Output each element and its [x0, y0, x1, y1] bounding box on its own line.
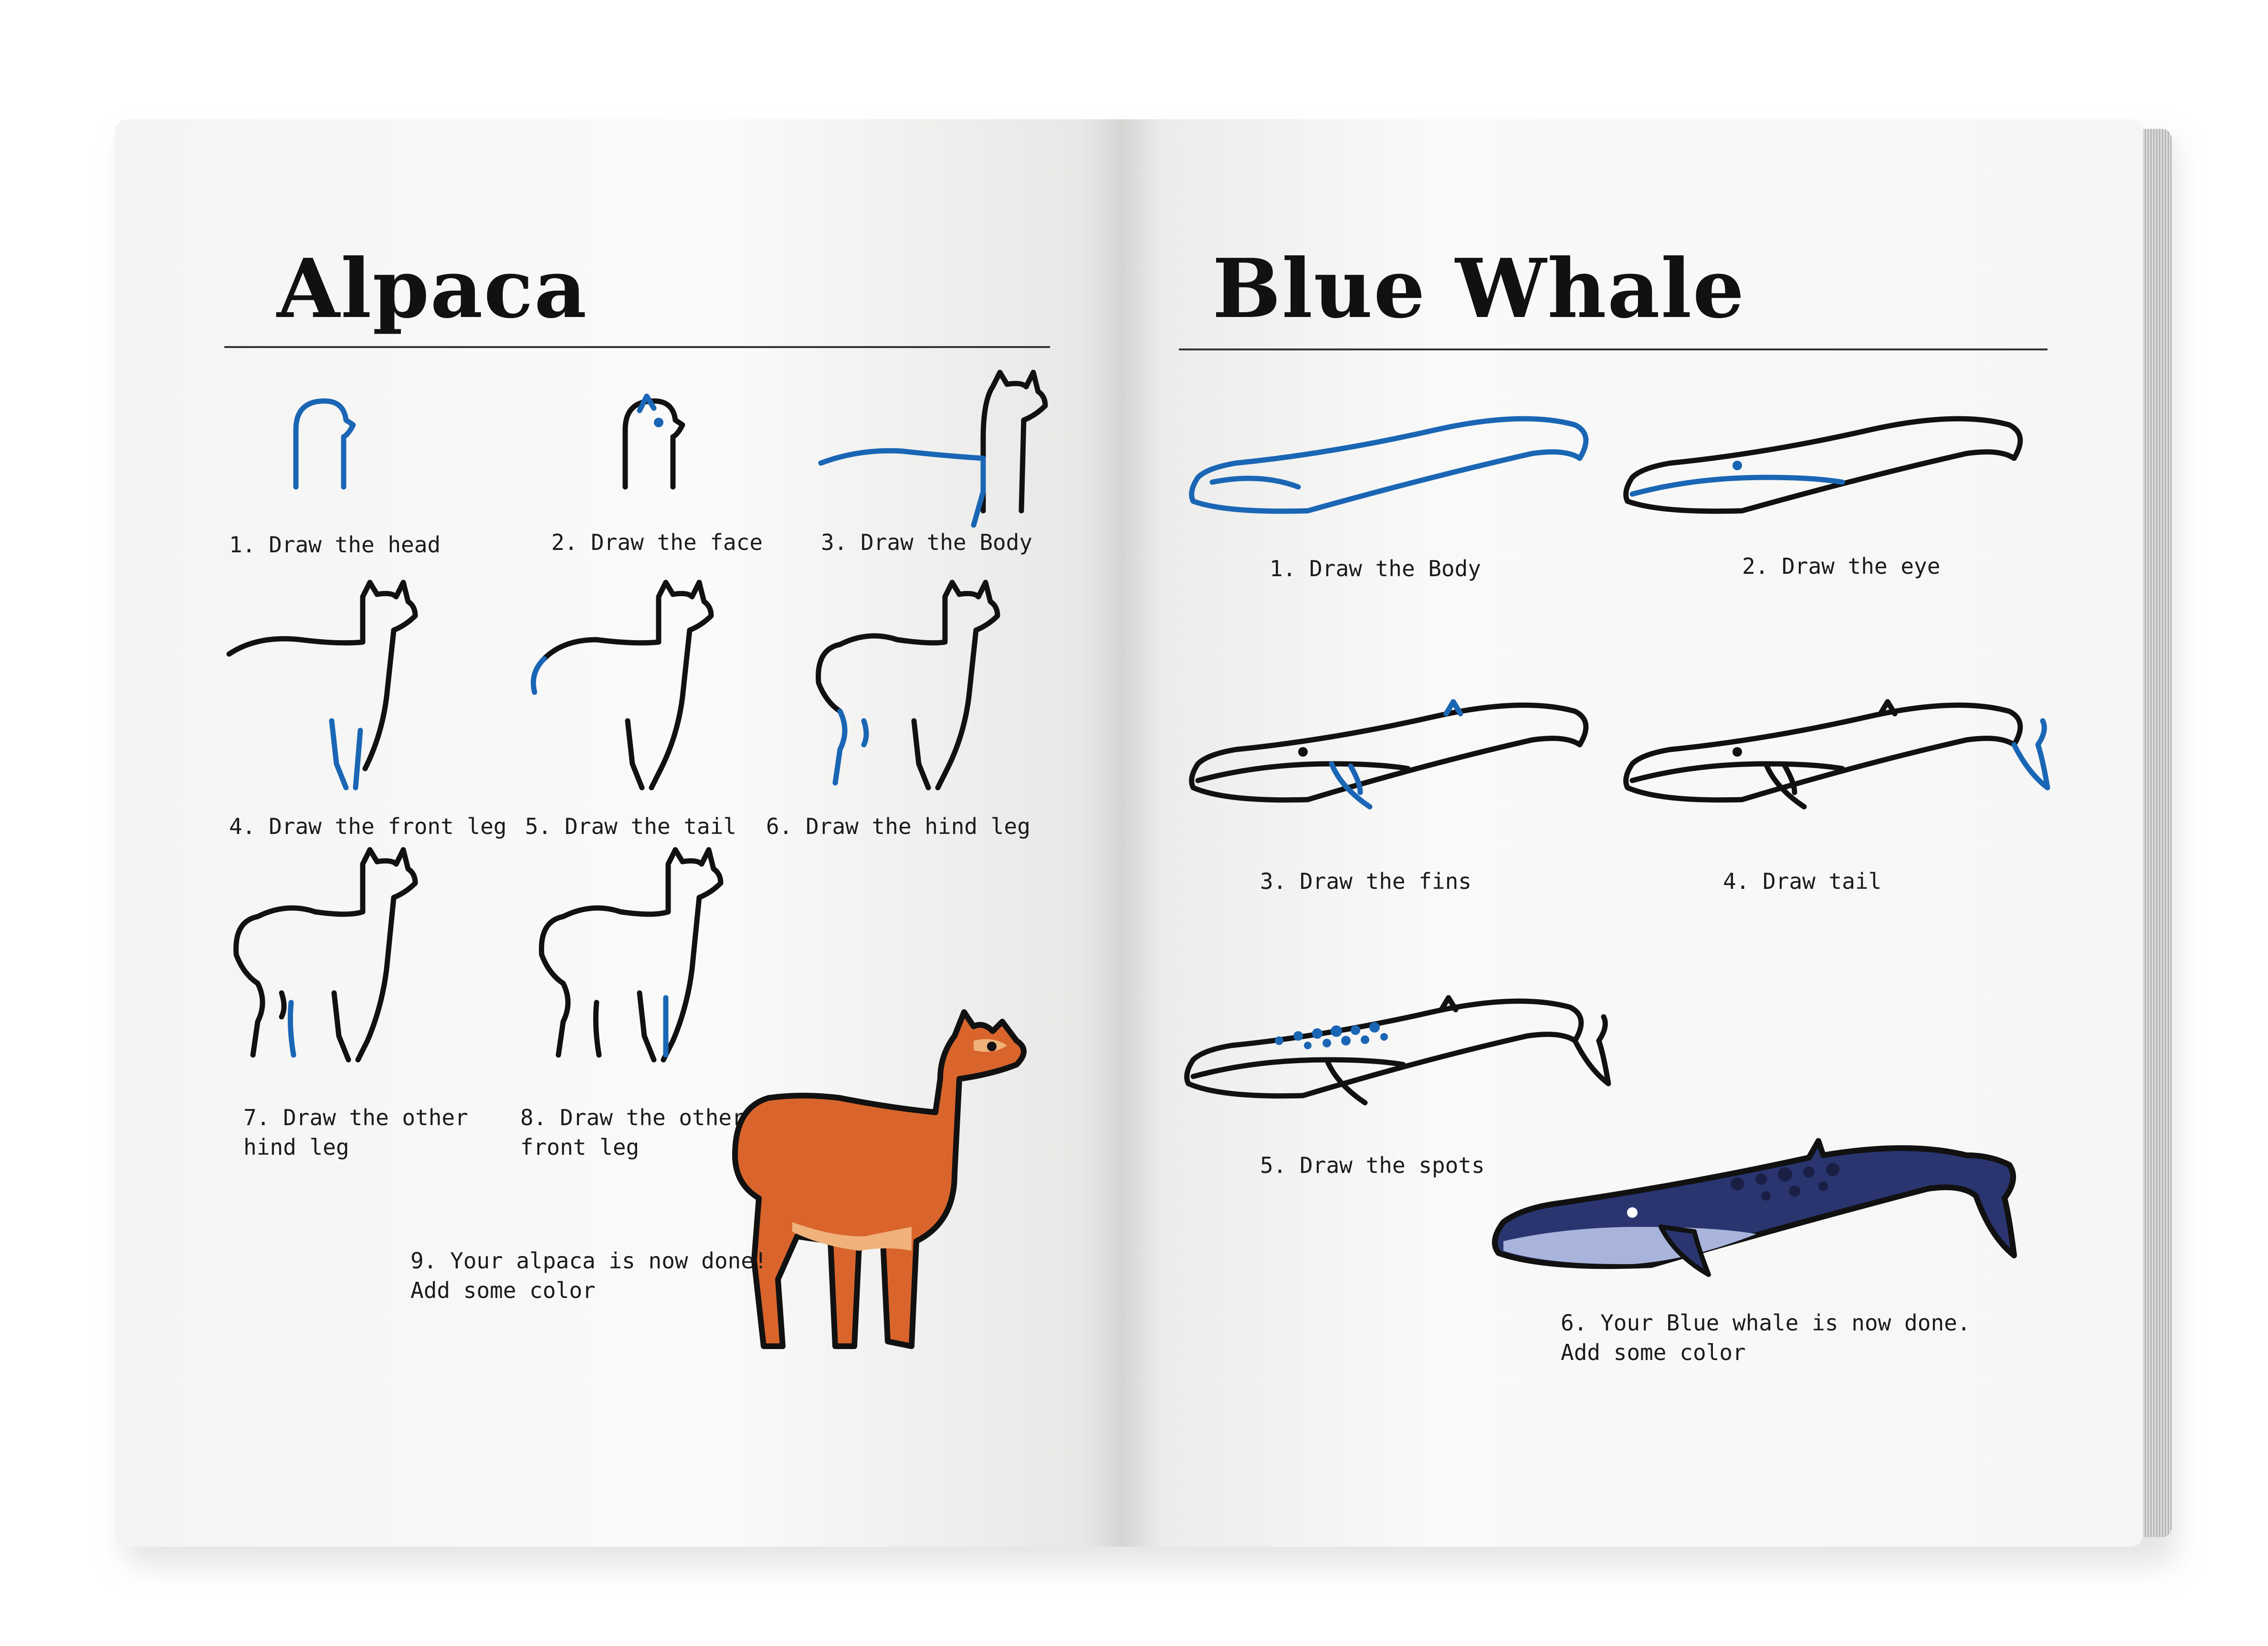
alpaca-step-3-drawing: [818, 369, 1048, 528]
whale-step-4-drawing: [1623, 699, 2050, 810]
whale-step-3-drawing: [1189, 699, 1589, 810]
step-caption: 4. Draw the front leg: [229, 813, 507, 839]
open-book: Alpaca 1. Draw the head 2. Draw the face…: [115, 119, 2176, 1566]
whale-step-2-drawing: [1623, 416, 2023, 514]
step-caption: 7. Draw the other hind leg: [243, 1105, 468, 1160]
step-caption: 1. Draw the Body: [1270, 556, 1481, 581]
step-caption: 9. Your alpaca is now done! Add some col…: [410, 1248, 767, 1303]
step-caption: 3. Draw the fins: [1260, 868, 1472, 894]
alpaca-step-1-drawing: [293, 398, 356, 490]
right-page: Blue Whale 1. Draw the Body 2. Draw the …: [1122, 119, 2143, 1547]
alpaca-step-5-drawing: [531, 580, 714, 791]
alpaca-step-6-drawing: [816, 580, 1000, 791]
alpaca-step-4-drawing: [226, 580, 418, 791]
whale-final-colored: [1492, 1138, 2017, 1277]
step-caption: 5. Draw the spots: [1260, 1152, 1485, 1178]
step-caption: 5. Draw the tail: [525, 813, 737, 839]
step-caption: 6. Draw the hind leg: [766, 813, 1030, 839]
page-title: Alpaca: [277, 241, 588, 337]
title-divider: [224, 346, 1050, 348]
whale-step-1-drawing: [1189, 416, 1589, 514]
alpaca-step-2-drawing: [622, 393, 685, 490]
step-caption: 2. Draw the eye: [1742, 553, 1941, 579]
alpaca-step-7-drawing: [233, 847, 418, 1063]
step-caption: 2. Draw the face: [551, 529, 763, 555]
page-edges: [2143, 129, 2172, 1537]
page-title: Blue Whale: [1212, 241, 1745, 337]
left-page: Alpaca 1. Draw the head 2. Draw the face…: [115, 119, 1122, 1547]
title-divider: [1179, 348, 2048, 350]
step-caption: 1. Draw the head: [229, 532, 441, 558]
step-caption: 6. Your Blue whale is now done. Add some…: [1561, 1310, 1971, 1365]
step-caption: 4. Draw tail: [1723, 868, 1882, 894]
step-caption: 3. Draw the Body: [821, 529, 1033, 555]
whale-step-5-drawing: [1184, 995, 1611, 1106]
